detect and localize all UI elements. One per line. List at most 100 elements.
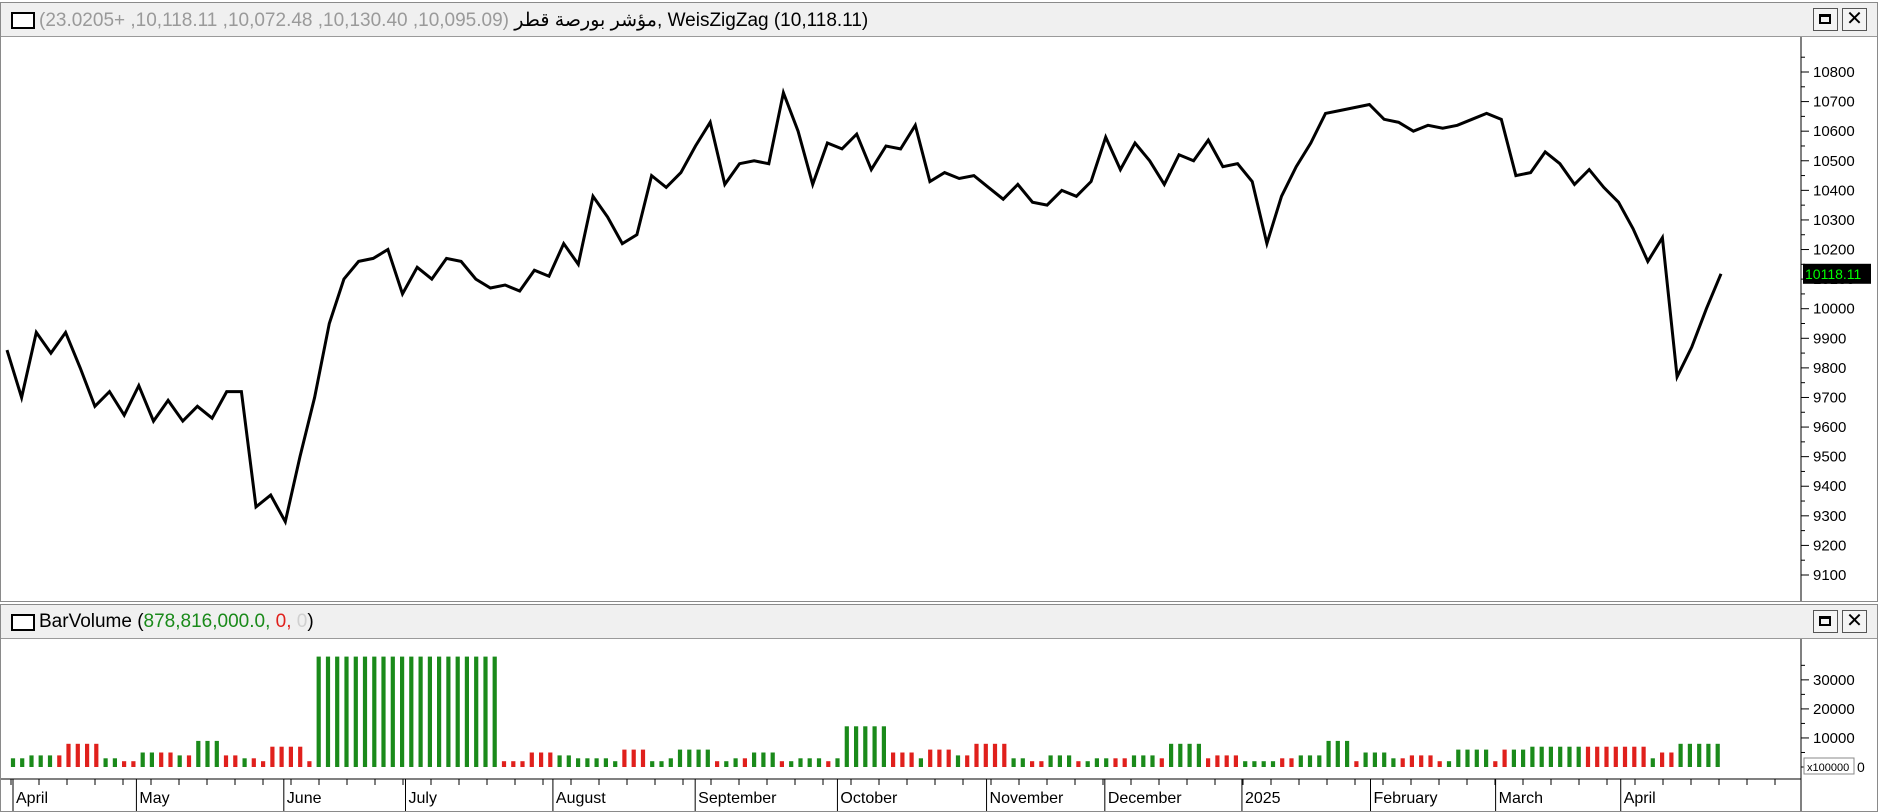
volume-bar bbox=[298, 746, 303, 767]
volume-bar bbox=[1576, 746, 1581, 767]
x-axis-month-label: July bbox=[409, 790, 437, 807]
x-axis-month-label: September bbox=[698, 790, 777, 807]
volume-bar bbox=[1345, 740, 1350, 767]
volume-bar bbox=[1530, 746, 1535, 767]
volume-bar bbox=[1317, 755, 1322, 767]
volume-bar bbox=[38, 755, 43, 767]
price-y-tick-label: 9200 bbox=[1813, 537, 1846, 554]
price-y-tick-label: 10200 bbox=[1813, 242, 1855, 259]
volume-bar bbox=[1206, 758, 1211, 767]
volume-bar bbox=[242, 758, 247, 767]
volume-bar bbox=[409, 656, 414, 767]
volume-bar bbox=[548, 752, 553, 767]
volume-bar bbox=[539, 752, 544, 767]
volume-bar bbox=[529, 752, 534, 767]
volume-bar bbox=[112, 758, 117, 767]
restore-button[interactable] bbox=[1813, 8, 1838, 31]
volume-bar bbox=[122, 761, 127, 767]
x-axis-month-label: August bbox=[556, 790, 606, 807]
volume-bar bbox=[937, 749, 942, 767]
volume-bar bbox=[955, 755, 961, 767]
volume-bar bbox=[1270, 761, 1276, 767]
volume-bar bbox=[1678, 743, 1683, 767]
volume-panel-titlebar: BarVolume (878,816,000.0, 0, 0) ✕ bbox=[1, 605, 1877, 639]
volume-bar bbox=[1094, 758, 1099, 767]
volume-bar bbox=[1622, 746, 1628, 767]
price-y-tick-label: 9400 bbox=[1813, 478, 1846, 495]
volume-bar bbox=[1585, 746, 1591, 767]
volume-bar bbox=[1085, 761, 1090, 767]
volume-bar bbox=[557, 755, 562, 767]
volume-bar bbox=[677, 749, 683, 767]
volume-bar bbox=[1595, 746, 1600, 767]
volume-bar bbox=[390, 656, 395, 767]
volume-bar bbox=[1011, 758, 1016, 767]
last-value-text: 10118.11 bbox=[1805, 266, 1862, 282]
volume-bar bbox=[1159, 758, 1164, 767]
volume-bar bbox=[826, 761, 831, 767]
volume-bar bbox=[372, 656, 377, 767]
price-y-tick-label: 10000 bbox=[1813, 301, 1855, 318]
price-panel-title: مؤشر بورصة قطر (10,095.09, 10,130.40, 10… bbox=[39, 9, 868, 32]
volume-bar bbox=[335, 656, 340, 767]
volume-bar bbox=[1196, 743, 1201, 767]
volume-bar bbox=[464, 656, 469, 767]
volume-bar bbox=[177, 755, 182, 767]
volume-bar bbox=[47, 755, 53, 767]
volume-bar bbox=[1020, 758, 1025, 767]
volume-bar bbox=[1465, 749, 1470, 767]
volume-bar bbox=[325, 656, 331, 767]
volume-bar bbox=[1687, 743, 1692, 767]
volume-bar bbox=[1048, 755, 1053, 767]
price-y-tick-label: 9700 bbox=[1813, 389, 1846, 406]
volume-bar bbox=[640, 749, 646, 767]
volume-bar bbox=[1548, 746, 1553, 767]
volume-bar bbox=[1076, 761, 1081, 767]
volume-bar bbox=[1511, 749, 1516, 767]
volume-bar bbox=[872, 726, 877, 767]
volume-bar bbox=[57, 755, 62, 767]
volume-bar bbox=[75, 743, 80, 767]
volume-bar bbox=[214, 740, 219, 767]
volume-bar bbox=[307, 761, 312, 767]
volume-bar bbox=[844, 726, 849, 767]
restore-button[interactable] bbox=[1813, 610, 1838, 633]
volume-title-prefix: BarVolume ( bbox=[39, 611, 144, 632]
volume-bar bbox=[928, 749, 933, 767]
close-button[interactable]: ✕ bbox=[1842, 8, 1867, 31]
volume-bar bbox=[1067, 755, 1072, 767]
volume-bar bbox=[1567, 746, 1572, 767]
volume-bar bbox=[1039, 761, 1044, 767]
volume-bar bbox=[1298, 755, 1303, 767]
volume-bar bbox=[1409, 755, 1414, 767]
volume-bar bbox=[613, 761, 618, 767]
x-axis-month-label: May bbox=[139, 790, 169, 807]
volume-bar bbox=[1632, 746, 1637, 767]
volume-bar bbox=[418, 656, 423, 767]
close-button[interactable]: ✕ bbox=[1842, 610, 1867, 633]
volume-bar bbox=[159, 752, 164, 767]
volume-bar bbox=[1150, 755, 1155, 767]
ohlc-values: (10,095.09, 10,130.40, 10,072.48, 10,118… bbox=[39, 10, 509, 31]
volume-bar bbox=[1169, 743, 1174, 767]
volume-bar bbox=[168, 752, 173, 767]
volume-bar bbox=[223, 755, 229, 767]
volume-bar bbox=[1002, 743, 1007, 767]
x-axis-month-label: June bbox=[287, 790, 322, 807]
volume-bar bbox=[233, 755, 238, 767]
price-y-tick-label: 10800 bbox=[1813, 64, 1855, 81]
volume-bar bbox=[1187, 743, 1192, 767]
volume-bar bbox=[779, 761, 784, 767]
volume-bar bbox=[715, 761, 720, 767]
volume-bar bbox=[1715, 743, 1720, 767]
volume-bar bbox=[742, 758, 747, 767]
volume-bar bbox=[891, 752, 896, 767]
volume-bar bbox=[724, 761, 729, 767]
volume-bar bbox=[1446, 761, 1452, 767]
volume-panel: BarVolume (878,816,000.0, 0, 0) ✕ 10000 2… bbox=[0, 604, 1878, 812]
price-panel-titlebar: مؤشر بورصة قطر (10,095.09, 10,130.40, 10… bbox=[1, 3, 1877, 37]
x-axis-month-label: November bbox=[990, 790, 1064, 807]
volume-panel-title: BarVolume (878,816,000.0, 0, 0) bbox=[39, 611, 314, 633]
volume-bar bbox=[752, 752, 757, 767]
volume-bar bbox=[1419, 755, 1424, 767]
